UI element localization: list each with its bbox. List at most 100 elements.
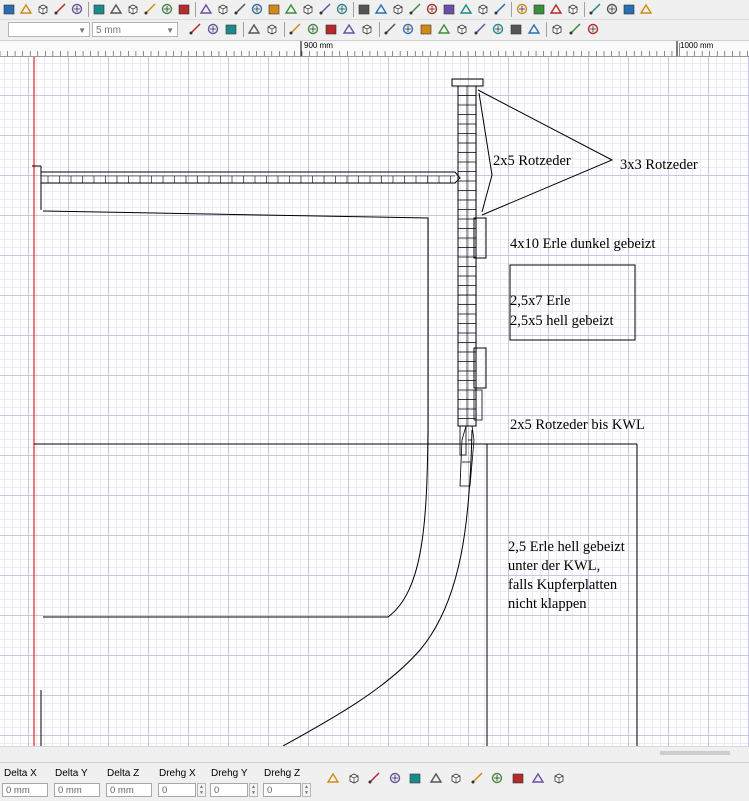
shape-icon[interactable] <box>442 2 456 16</box>
drehg-x-field[interactable]: 0 <box>158 783 196 797</box>
render-view-icon[interactable] <box>347 771 361 785</box>
shade-icon[interactable] <box>622 2 636 16</box>
move-icon[interactable] <box>449 771 463 785</box>
delta-x-field[interactable]: 0 mm <box>2 783 48 797</box>
delta-z-field[interactable]: 0 mm <box>106 783 152 797</box>
circle-icon[interactable] <box>342 22 356 36</box>
toolbar-separator <box>546 22 547 37</box>
scale-icon[interactable] <box>527 22 541 36</box>
join-icon[interactable] <box>455 22 469 36</box>
drehg-x-stepper[interactable]: ▲ ▼ <box>197 783 206 797</box>
chevron-down-icon: ▼ <box>166 26 174 35</box>
toolbar-separator <box>88 2 89 17</box>
toolbar-separator <box>195 2 196 17</box>
deck-beam <box>40 171 461 184</box>
marker-icon[interactable] <box>491 22 505 36</box>
curve-icon[interactable] <box>425 2 439 16</box>
toolbar-separator <box>353 2 354 17</box>
cube-right-icon[interactable] <box>301 2 315 16</box>
scale-view-icon[interactable] <box>531 771 545 785</box>
drehg-z-stepper[interactable]: ▲ ▼ <box>302 783 311 797</box>
line-tool-icon[interactable] <box>306 22 320 36</box>
cross-icon[interactable] <box>401 22 415 36</box>
drehg-y-stepper[interactable]: ▲ ▼ <box>249 783 258 797</box>
grid-view-icon[interactable] <box>515 2 529 16</box>
cycle-icon[interactable] <box>588 2 602 16</box>
label-erle-hell-2: unter der KWL, <box>508 558 601 574</box>
cube-back-icon[interactable] <box>284 2 298 16</box>
grid-size-combo[interactable]: 5 mm ▼ <box>92 22 178 37</box>
scroll-thumb[interactable] <box>660 751 730 755</box>
copy-icon[interactable] <box>126 2 140 16</box>
frame-select-icon[interactable] <box>429 771 443 785</box>
flag-icon[interactable] <box>476 2 490 16</box>
capture-icon[interactable] <box>53 2 67 16</box>
drehg-y-field[interactable]: 0 <box>210 783 248 797</box>
render-icon[interactable] <box>605 2 619 16</box>
label-2-5x5-hell: 2,5x5 hell gebeizt <box>510 313 614 329</box>
cube-side-icon[interactable] <box>250 2 264 16</box>
close-view-icon[interactable] <box>532 2 546 16</box>
magnet-icon[interactable] <box>550 22 564 36</box>
horizontal-scrollbar[interactable] <box>0 746 749 762</box>
new-doc-icon[interactable] <box>177 2 191 16</box>
frame-icon[interactable] <box>408 771 422 785</box>
horizontal-ruler: 900 mm 1000 mm <box>0 41 749 57</box>
tilt-icon[interactable] <box>374 2 388 16</box>
open-folder-icon[interactable] <box>2 2 16 16</box>
stretch-icon[interactable] <box>552 771 566 785</box>
cube-view-icon[interactable] <box>335 2 349 16</box>
add-point-icon[interactable] <box>247 22 261 36</box>
fillet-icon[interactable] <box>419 22 433 36</box>
rotate-view-icon[interactable] <box>511 771 525 785</box>
hull-curve <box>282 429 473 746</box>
offset-icon[interactable] <box>360 22 374 36</box>
measure-icon[interactable] <box>36 2 50 16</box>
arc-icon[interactable] <box>324 22 338 36</box>
cube-front-icon[interactable] <box>233 2 247 16</box>
pin-icon[interactable] <box>493 2 507 16</box>
layer-combo[interactable]: ▼ <box>8 22 90 37</box>
surface-icon[interactable] <box>357 2 371 16</box>
camera-icon[interactable] <box>639 2 653 16</box>
warning-shape-icon[interactable] <box>388 771 402 785</box>
double-icon[interactable] <box>224 22 238 36</box>
curve-edit-icon[interactable] <box>367 771 381 785</box>
chamfer-icon[interactable] <box>437 22 451 36</box>
drehg-z-field[interactable]: 0 <box>263 783 301 797</box>
cut-icon[interactable] <box>549 2 563 16</box>
line-icon[interactable] <box>459 2 473 16</box>
trim-icon[interactable] <box>265 22 279 36</box>
extend-icon[interactable] <box>288 22 302 36</box>
ruler-label-1000: 1000 mm <box>680 41 714 50</box>
cube-top-icon[interactable] <box>216 2 230 16</box>
select-icon[interactable] <box>92 2 106 16</box>
move-x-icon[interactable] <box>470 771 484 785</box>
label-rotzeder-kwl: 2x5 Rotzeder bis KWL <box>510 417 645 433</box>
stanchion-cap <box>451 78 484 87</box>
plot-icon[interactable] <box>19 2 33 16</box>
angle-icon[interactable] <box>586 22 600 36</box>
point-icon[interactable] <box>408 2 422 16</box>
delta-y-field[interactable]: 0 mm <box>54 783 100 797</box>
help-pointer-icon[interactable] <box>109 2 123 16</box>
delta-x-label: Delta X <box>4 768 37 779</box>
print-icon[interactable] <box>143 2 157 16</box>
view-3d-icon[interactable] <box>326 771 340 785</box>
select-all-icon[interactable] <box>383 22 397 36</box>
rotate-icon[interactable] <box>509 22 523 36</box>
layers-icon[interactable] <box>188 22 202 36</box>
drawing-canvas[interactable]: 2x5 Rotzeder 3x3 Rotzeder 4x10 Erle dunk… <box>0 57 749 746</box>
cube-bottom-icon[interactable] <box>318 2 332 16</box>
brush-icon[interactable] <box>566 2 580 16</box>
paste-icon[interactable] <box>160 2 174 16</box>
axis-icon[interactable] <box>199 2 213 16</box>
stack-icon[interactable] <box>70 2 84 16</box>
dimension-icon[interactable] <box>568 22 582 36</box>
grid-size-value: 5 mm <box>96 25 121 36</box>
cube-iso-icon[interactable] <box>267 2 281 16</box>
split-icon[interactable] <box>473 22 487 36</box>
move-y-icon[interactable] <box>490 771 504 785</box>
mirror-icon[interactable] <box>206 22 220 36</box>
hull-icon[interactable] <box>391 2 405 16</box>
